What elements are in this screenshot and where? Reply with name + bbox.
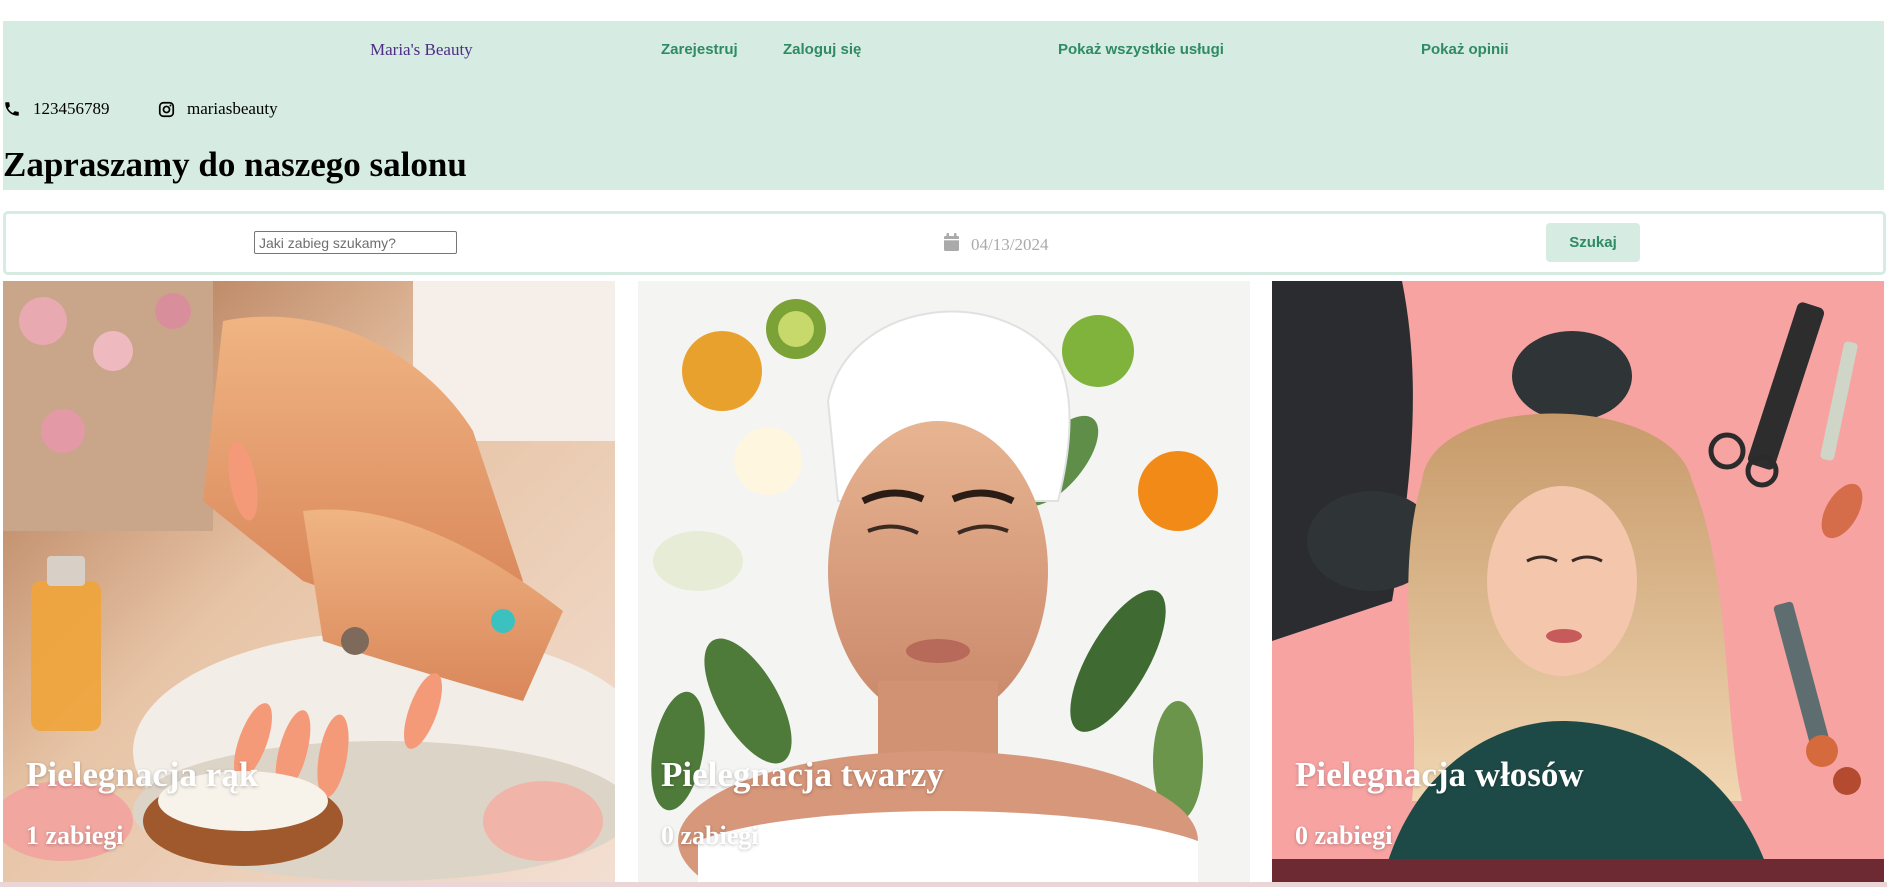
search-bar: 04/13/2024 Szukaj xyxy=(3,211,1886,275)
instagram-handle: mariasbeauty xyxy=(187,99,278,118)
category-card-hands[interactable]: Pielegnacja rąk 1 zabiegi xyxy=(3,281,615,882)
login-link[interactable]: Zaloguj się xyxy=(783,41,861,58)
category-card-hair[interactable]: Pielegnacja włosów 0 zabiegi xyxy=(1272,281,1884,882)
phone-contact: 123456789 xyxy=(3,99,110,119)
card-count: 0 zabiegi xyxy=(1295,821,1393,850)
all-services-link[interactable]: Pokaż wszystkie usługi xyxy=(1058,41,1224,58)
date-value: 04/13/2024 xyxy=(971,234,1049,254)
brand-link[interactable]: Maria's Beauty xyxy=(370,40,473,60)
reviews-link[interactable]: Pokaż opinii xyxy=(1421,41,1509,58)
card-title: Pielegnacja twarzy xyxy=(661,755,944,794)
card-title: Pielegnacja włosów xyxy=(1295,755,1584,794)
page-bottom-edge xyxy=(0,882,1887,887)
card-title: Pielegnacja rąk xyxy=(26,755,259,794)
search-input[interactable] xyxy=(254,231,457,254)
card-count: 1 zabiegi xyxy=(26,821,124,850)
page-title: Zapraszamy do naszego salonu xyxy=(3,145,467,184)
instagram-icon xyxy=(158,101,175,118)
card-count: 0 zabiegi xyxy=(661,821,759,850)
calendar-icon xyxy=(944,233,959,256)
register-link[interactable]: Zarejestruj xyxy=(661,41,738,58)
category-card-face[interactable]: Pielegnacja twarzy 0 zabiegi xyxy=(638,281,1250,882)
phone-number: 123456789 xyxy=(33,99,110,118)
search-button[interactable]: Szukaj xyxy=(1546,223,1640,262)
date-picker[interactable]: 04/13/2024 xyxy=(944,233,1048,256)
instagram-contact[interactable]: mariasbeauty xyxy=(158,99,278,119)
phone-icon xyxy=(3,100,21,118)
header: Maria's Beauty Zarejestruj Zaloguj się P… xyxy=(3,21,1884,190)
